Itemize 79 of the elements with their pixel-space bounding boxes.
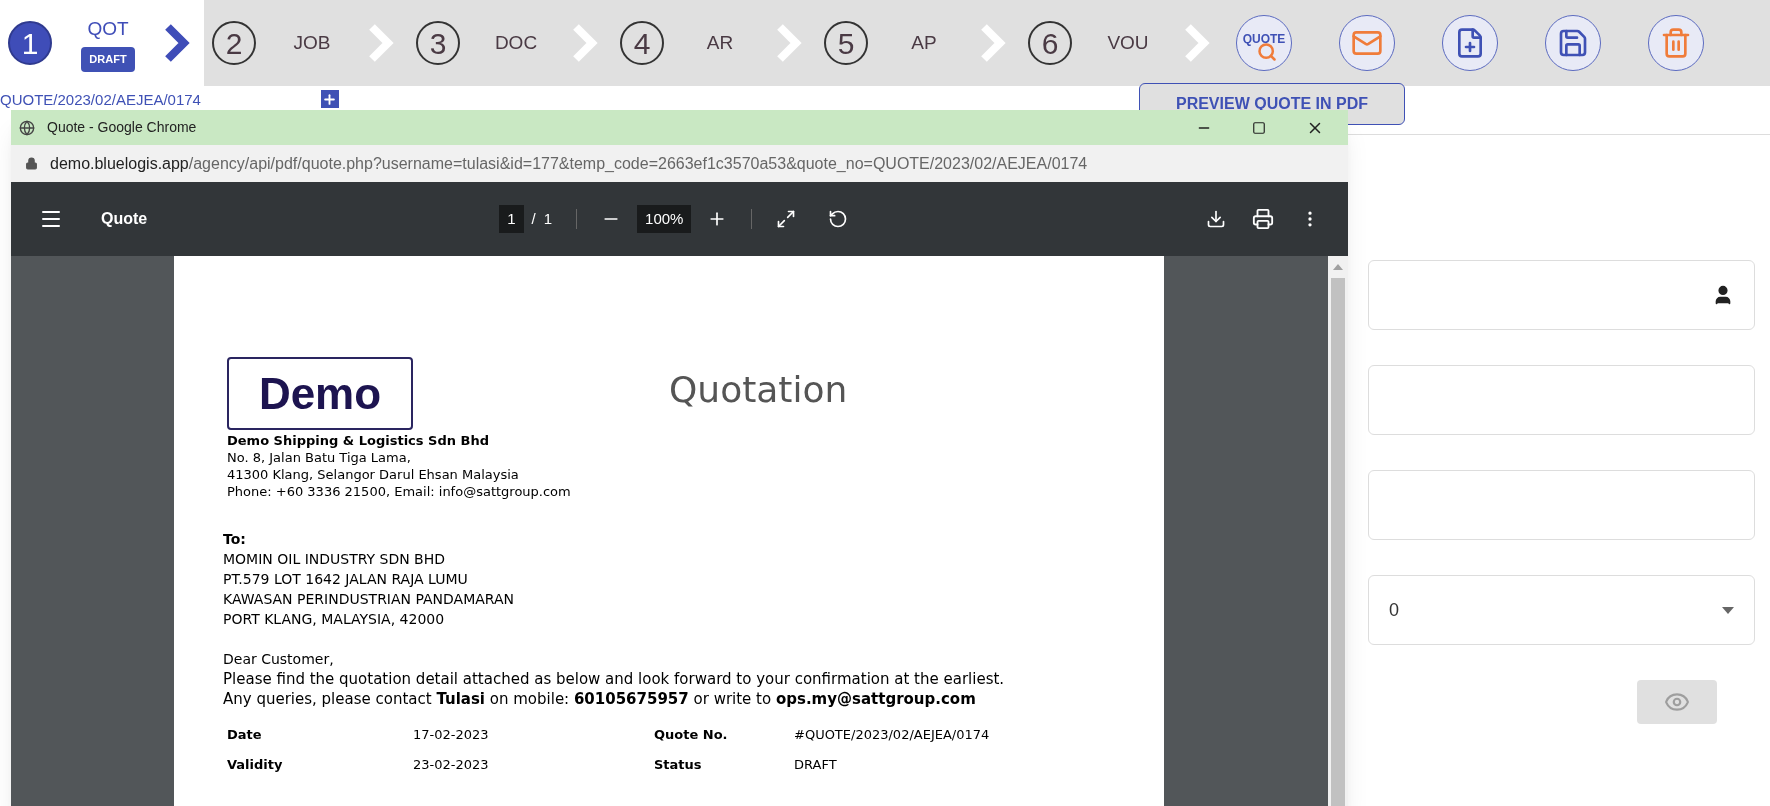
step-label: AR — [706, 30, 734, 55]
body-sentence: Please find the quotation detail attached as below and look forward to your confirmation at the earliest. — [223, 669, 1006, 689]
meta-value: 23-02-2023 — [413, 756, 490, 774]
meta-value: #QUOTE/2023/02/AEJEA/0174 — [794, 726, 990, 744]
trash-icon — [1660, 27, 1692, 59]
url-host: demo.bluelogis.app — [50, 153, 189, 174]
rotate-icon[interactable] — [828, 209, 849, 229]
meta-label: Status — [654, 756, 703, 774]
meta-label: Date — [227, 726, 263, 744]
page-separator: / — [531, 208, 536, 229]
meta-value: DRAFT — [794, 756, 837, 774]
step-tab[interactable]: 3 DOC — [408, 0, 612, 86]
input-field[interactable] — [1368, 470, 1755, 540]
save-button[interactable] — [1545, 15, 1601, 71]
page-number-field[interactable]: 1 — [499, 204, 524, 234]
step-tab[interactable]: 2 JOB — [204, 0, 408, 86]
company-address-line: 41300 Klang, Selangor Darul Ehsan Malaysia — [227, 466, 520, 483]
chevron-icon — [1184, 23, 1210, 63]
company-logo: Demo — [227, 357, 413, 430]
step-number: 3 — [416, 21, 460, 65]
step-number: 5 — [824, 21, 868, 65]
company-address-line: Phone: +60 3336 21500, Email: info@sattgroup.com — [227, 483, 572, 500]
email-button[interactable] — [1339, 15, 1395, 71]
chevron-icon — [980, 23, 1006, 63]
scrollbar-thumb[interactable] — [1331, 278, 1345, 806]
lock-icon — [25, 157, 38, 170]
input-field[interactable] — [1368, 365, 1755, 435]
chevron-icon — [776, 23, 802, 63]
status-badge: DRAFT — [81, 47, 135, 72]
maximize-icon[interactable] — [1252, 120, 1266, 135]
quote-label: QUOTE — [1242, 31, 1286, 48]
dropdown-caret-icon — [1722, 606, 1734, 614]
step-tab[interactable]: 6 VOU — [1020, 0, 1224, 86]
document-heading: Quotation — [669, 368, 848, 412]
recipient-line: PORT KLANG, MALAYSIA, 42000 — [223, 610, 446, 629]
quote-number-link[interactable]: QUOTE/2023/02/AEJEA/0174 — [0, 92, 201, 108]
company-address-line: No. 8, Jalan Batu Tiga Lama, — [227, 449, 412, 466]
step-number: 6 — [1028, 21, 1072, 65]
meta-value: 17-02-2023 — [413, 726, 490, 744]
greeting: Dear Customer, — [223, 650, 335, 669]
recipient-label: To: — [223, 530, 247, 549]
step-number: 2 — [212, 21, 256, 65]
meta-label: Quote No. — [654, 726, 729, 744]
step-number: 1 — [8, 21, 52, 65]
step-label: AP — [911, 30, 937, 55]
chevron-icon — [572, 23, 598, 63]
document-title: Quote — [101, 209, 148, 229]
fit-page-icon[interactable] — [776, 209, 797, 229]
select-field[interactable]: 0 — [1368, 575, 1755, 645]
add-icon[interactable] — [320, 90, 339, 108]
address-bar[interactable]: demo.bluelogis.app/agency/api/pdf/quote.php?username=tulasi&id=177&temp_code=2663ef1c3570a53&quote_no=QUOTE/2023/02/AEJEA/0174 — [11, 145, 1348, 182]
download-icon[interactable] — [1206, 209, 1226, 229]
window-title: Quote - Google Chrome — [47, 118, 197, 137]
body-sentence: Any queries, please contact Tulasi on mobile: 60105675957 or write to ops.my@sattgroup.com — [223, 689, 977, 709]
page-count: 1 — [543, 208, 553, 229]
chevron-icon — [368, 23, 394, 63]
meta-label: Validity — [227, 756, 284, 774]
zoom-field[interactable]: 100% — [637, 204, 692, 234]
globe-icon — [19, 119, 35, 136]
recipient-line: KAWASAN PERINDUSTRIAN PANDAMARAN — [223, 590, 516, 609]
step-label: VOU — [1107, 30, 1149, 55]
select-value: 0 — [1389, 598, 1399, 622]
company-name: Demo Shipping & Logistics Sdn Bhd — [227, 432, 490, 449]
new-document-button[interactable] — [1442, 15, 1498, 71]
step-tab[interactable]: 1 QOT DRAFT — [0, 0, 204, 86]
url-path: /agency/api/pdf/quote.php?username=tulasi&id=177&temp_code=2663ef1c3570a53&quote_no=QUOTE/2023/02/AEJEA/0174 — [188, 153, 1088, 174]
step-tab[interactable]: 5 AP — [816, 0, 1020, 86]
quote-preview-button[interactable]: QUOTE — [1236, 15, 1292, 71]
step-label: QOT — [87, 16, 129, 41]
print-icon[interactable] — [1252, 208, 1274, 230]
step-tab[interactable]: 4 AR — [612, 0, 816, 86]
chevron-icon — [164, 23, 190, 63]
recipient-line: MOMIN OIL INDUSTRY SDN BHD — [223, 550, 447, 569]
step-label: DOC — [494, 30, 538, 55]
step-number: 4 — [620, 21, 664, 65]
recipient-line: PT.579 LOT 1642 JALAN RAJA LUMU — [223, 570, 469, 589]
input-field[interactable] — [1368, 260, 1755, 330]
step-label: JOB — [293, 30, 331, 55]
delete-button[interactable] — [1648, 15, 1704, 71]
